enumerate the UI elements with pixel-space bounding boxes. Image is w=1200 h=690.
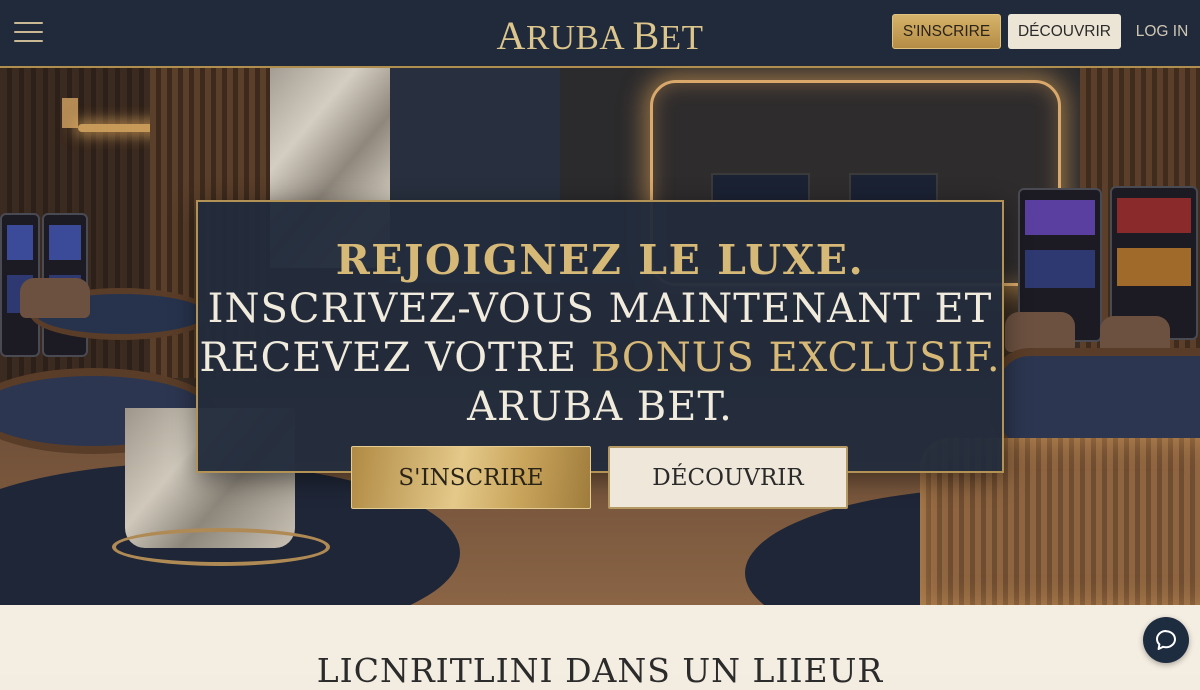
hero-line-2: Inscrivez-vous maintenant et [207,286,993,332]
pendant-lamp-stem [62,98,78,128]
section-title: LICNRITLINI DANS UN LIIEUR [316,651,884,690]
logo-word-bet: ET [659,18,704,57]
header-discover-button[interactable]: DÉCOUVRIR [1008,14,1121,49]
header-login-link[interactable]: LOG IN [1131,14,1193,49]
hero-line-3-prefix: recevez votre [199,335,591,381]
logo-letter-a: A [496,13,526,58]
pillar-ring [112,528,330,566]
stool [1005,312,1075,352]
hero-headline: Rejoignez le luxe. [335,236,865,284]
lower-section: LICNRITLINI DANS UN LIIEUR [0,605,1200,690]
chat-glyph [1156,630,1176,650]
logo-word-aruba: RUBA [525,18,624,57]
hero-signup-button[interactable]: S'INSCRIRE [351,446,591,509]
chat-bubble-icon[interactable] [1143,617,1189,663]
header-signup-button[interactable]: S'INSCRIRE [892,14,1001,49]
hero-line-3: recevez votre bonus exclusif. [198,334,1002,383]
logo-letter-b: B [632,13,660,58]
hero-line-4: Aruba Bet. [467,384,733,430]
stool [20,278,90,318]
hero-bonus-highlight: bonus exclusif. [590,335,1001,381]
promo-card: Rejoignez le luxe. Inscrivez-vous mainte… [196,200,1004,473]
top-navbar: ARUBA BET S'INSCRIRE DÉCOUVRIR LOG IN [0,0,1200,68]
hero-discover-button[interactable]: DÉCOUVRIR [608,446,848,509]
logo-space [623,18,632,57]
